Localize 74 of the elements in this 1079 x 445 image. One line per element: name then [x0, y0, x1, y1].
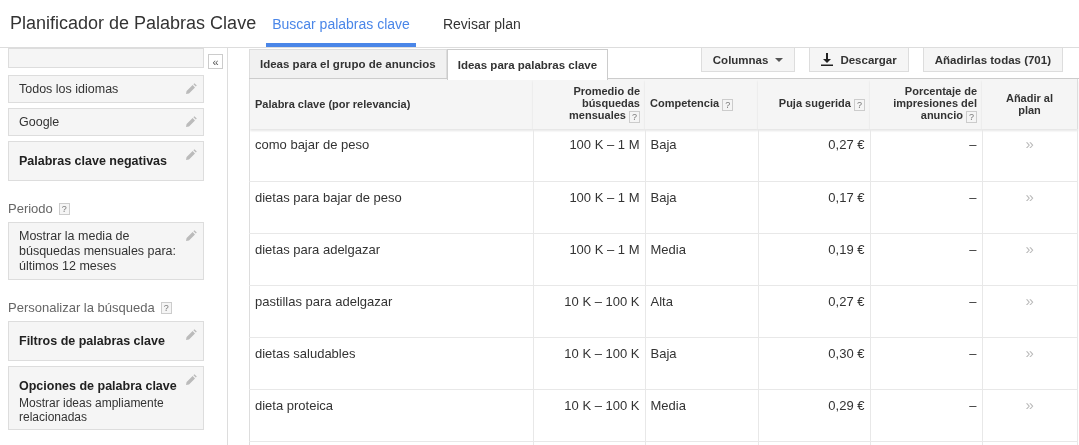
table-cell: pastillas para adelgazar [249, 285, 533, 337]
settings-card[interactable]: Filtros de palabras clave [8, 321, 204, 361]
table-cell: Media [645, 233, 758, 285]
collapse-button[interactable]: « [208, 54, 223, 69]
caret-icon [775, 57, 784, 62]
table-cell: dietas saludables [249, 337, 533, 389]
card-title: Mostrar la media de búsquedas mensuales para: últimos 12 meses [19, 229, 178, 274]
add-all-button[interactable]: Añadirlas todas (701) [922, 48, 1063, 72]
pencil-icon[interactable] [185, 83, 197, 95]
help-icon[interactable]: ? [629, 110, 640, 123]
section-title: Personalizar la búsqueda [8, 300, 155, 315]
table-cell: 100 K – 1 M [533, 181, 645, 233]
column-header[interactable]: Competencia ? [645, 79, 758, 129]
table-cell: dietas para adelgazar [249, 233, 533, 285]
table-cell: 100 K – 1 M [533, 233, 645, 285]
app-title: Planificador de Palabras Clave [10, 13, 257, 34]
table-cell: Alta [645, 285, 758, 337]
help-icon[interactable]: ? [854, 98, 865, 111]
table-cell: 10 K – 100 K [533, 285, 645, 337]
help-icon[interactable]: ? [966, 110, 977, 123]
table-cell: Baja [645, 337, 758, 389]
section-title: Periodo [8, 201, 53, 216]
column-header[interactable]: Añadir al plan [982, 79, 1078, 129]
table-cell: 10 K – 100 K [533, 337, 645, 389]
help-icon[interactable]: ? [160, 301, 172, 314]
card-title: Palabras clave negativas [19, 153, 167, 170]
pencil-icon[interactable] [185, 230, 197, 242]
settings-card[interactable]: Mostrar la media de búsquedas mensuales para: últimos 12 meses [8, 222, 204, 280]
table-cell: dieta proteica [249, 389, 533, 441]
table-cell: – [870, 337, 982, 389]
help-icon[interactable]: ? [722, 98, 734, 111]
column-header[interactable]: Promedio de búsquedas mensuales ? [533, 79, 645, 129]
pencil-icon[interactable] [185, 149, 197, 161]
table-cell: 10 K – 100 K [533, 389, 645, 441]
table-cell: – [870, 389, 982, 441]
pencil-icon[interactable] [185, 329, 197, 341]
settings-card[interactable]: Opciones de palabra clave Mostrar ideas ampliamente relacionadas [8, 366, 204, 430]
pencil-icon[interactable] [185, 374, 197, 386]
settings-card[interactable]: Todos los idiomas [8, 75, 204, 103]
tab[interactable]: Ideas para el grupo de anuncios [249, 49, 447, 78]
columns-button[interactable]: Columnas [700, 48, 796, 72]
table-cell: 0,17 € [758, 181, 870, 233]
help-icon[interactable]: ? [58, 202, 70, 215]
card-title: Opciones de palabra clave [19, 378, 178, 395]
column-header[interactable]: Puja sugerida ? [758, 79, 870, 129]
download-icon [821, 53, 834, 66]
column-header[interactable]: Palabra clave (por relevancia) [249, 79, 533, 129]
card-title: Google [19, 115, 60, 130]
settings-card[interactable]: Palabras clave negativas [8, 141, 204, 181]
card-description: Mostrar ideas ampliamente relacionadas [19, 396, 165, 424]
table-cell: – [870, 233, 982, 285]
settings-card[interactable]: Google [8, 108, 204, 136]
nav-tab[interactable]: Revisar plan [437, 0, 526, 47]
table-cell: – [870, 129, 982, 181]
table-cell: 0,30 € [758, 337, 870, 389]
table-cell: Baja [645, 181, 758, 233]
pencil-icon[interactable] [185, 116, 197, 128]
column-header[interactable]: Porcentaje de impresiones del anuncio ? [870, 79, 982, 129]
table-cell: 0,27 € [758, 285, 870, 337]
tab[interactable]: Ideas para palabras clave [446, 49, 609, 80]
table-cell: 0,27 € [758, 129, 870, 181]
table-cell: dietas para bajar de peso [249, 181, 533, 233]
card-title: Todos los idiomas [19, 82, 119, 97]
table-cell: Baja [645, 129, 758, 181]
table-cell: 0,19 € [758, 233, 870, 285]
table-cell: 0,29 € [758, 389, 870, 441]
table-cell: – [870, 285, 982, 337]
table-cell: Media [645, 389, 758, 441]
table-cell: – [870, 181, 982, 233]
card-title: Filtros de palabras clave [19, 333, 165, 350]
table-cell: 100 K – 1 M [533, 129, 645, 181]
settings-card[interactable] [8, 48, 204, 68]
table-cell: como bajar de peso [249, 129, 533, 181]
download-button[interactable]: Descargar [809, 48, 909, 72]
